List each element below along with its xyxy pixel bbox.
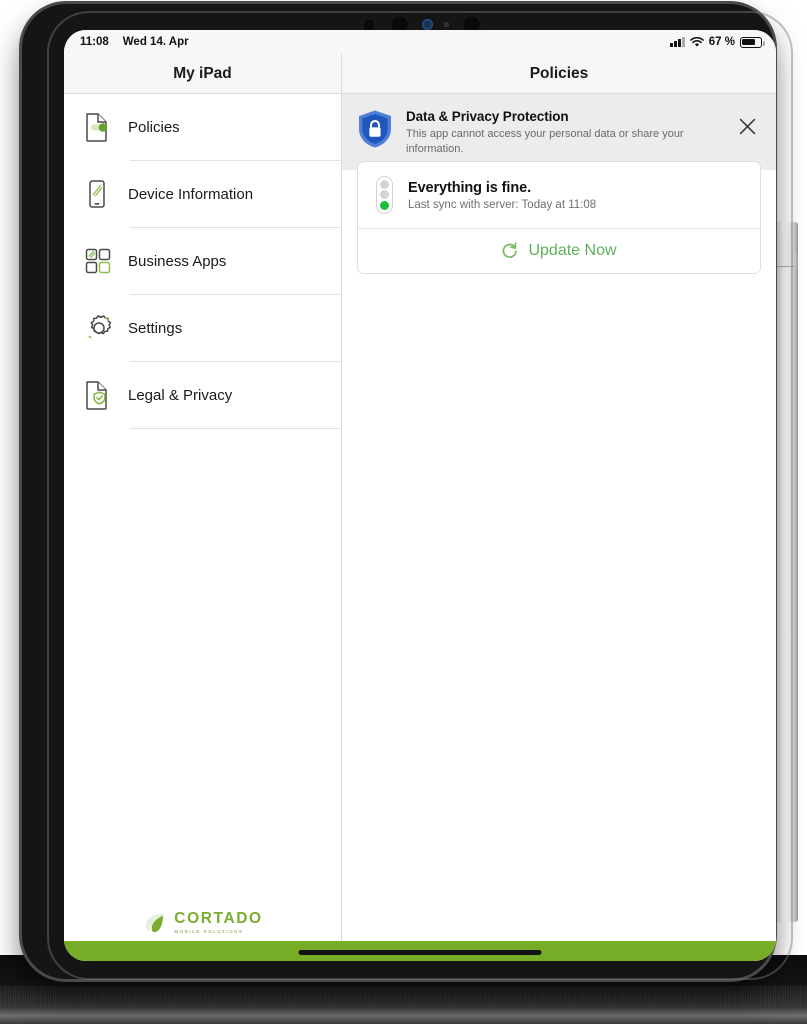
close-icon[interactable] xyxy=(732,111,762,141)
wifi-icon xyxy=(689,36,704,48)
sidebar-item-label: Settings xyxy=(128,319,183,337)
cortado-logo: CORTADO MOBILE SOLUTIONS xyxy=(64,911,342,935)
battery-percent: 67 % xyxy=(708,36,735,48)
privacy-banner-title: Data & Privacy Protection xyxy=(406,109,569,124)
split-view: My iPad Policies Device Information Busi… xyxy=(64,54,776,961)
cortado-wordmark: CORTADO MOBILE SOLUTIONS xyxy=(174,911,262,934)
sync-status-subtitle: Last sync with server: Today at 11:08 xyxy=(408,198,597,211)
microphone-icon xyxy=(444,22,449,27)
status-time: 11:08 xyxy=(80,36,109,48)
privacy-banner: Data & Privacy Protection This app canno… xyxy=(342,94,776,171)
sidebar-item-label: Policies xyxy=(128,118,180,136)
sidebar-title: My iPad xyxy=(64,54,341,93)
ipad-screen: 11:08 Wed 14. Apr 67 % My iPad Policies … xyxy=(64,30,776,961)
traffic-light-icon xyxy=(376,176,393,214)
sidebar-nav-list: Policies Device Information Business App… xyxy=(64,94,341,429)
document-policy-icon xyxy=(84,112,128,142)
app-grid-icon xyxy=(84,247,128,275)
status-bar-left: 11:08 Wed 14. Apr xyxy=(80,36,189,48)
page-title: Policies xyxy=(342,54,776,93)
ipad-body: 11:08 Wed 14. Apr 67 % My iPad Policies … xyxy=(22,4,776,979)
battery-icon xyxy=(740,36,765,48)
cortado-tagline: MOBILE SOLUTIONS xyxy=(174,928,244,934)
document-shield-icon xyxy=(84,380,128,410)
status-date: Wed 14. Apr xyxy=(122,36,189,48)
desk-texture xyxy=(0,986,807,1006)
sidebar-item-label: Device Information xyxy=(128,185,254,203)
cortado-leaf-icon xyxy=(143,911,167,935)
sync-status-text: Everything is fine. Last sync with serve… xyxy=(408,180,596,211)
gear-icon xyxy=(84,313,128,343)
update-now-label: Update Now xyxy=(528,242,617,259)
refresh-icon xyxy=(501,241,519,261)
sidebar-divider xyxy=(130,428,341,429)
sidebar-item-business-apps[interactable]: Business Apps xyxy=(64,228,341,294)
privacy-banner-body: This app cannot access your personal dat… xyxy=(406,128,684,155)
update-now-button[interactable]: Update Now xyxy=(358,229,760,273)
traffic-light-red xyxy=(380,180,389,190)
cortado-name: CORTADO xyxy=(174,910,263,928)
sync-status-card: Everything is fine. Last sync with serve… xyxy=(357,161,761,274)
sidebar-item-device-information[interactable]: Device Information xyxy=(64,161,341,227)
sync-status-title: Everything is fine. xyxy=(408,179,531,196)
device-info-icon xyxy=(84,179,128,209)
sidebar-item-label: Business Apps xyxy=(128,252,227,270)
privacy-banner-text: Data & Privacy Protection This app canno… xyxy=(406,108,720,156)
sidebar: My iPad Policies Device Information Busi… xyxy=(64,54,342,961)
shield-lock-icon xyxy=(356,108,394,152)
screenshot-scene: 11:08 Wed 14. Apr 67 % My iPad Policies … xyxy=(0,0,807,1024)
status-bar-right: 67 % xyxy=(670,36,765,48)
home-indicator[interactable] xyxy=(298,950,542,955)
sync-status-summary: Everything is fine. Last sync with serve… xyxy=(358,162,760,228)
sidebar-item-settings[interactable]: Settings xyxy=(64,295,341,361)
sidebar-item-legal-privacy[interactable]: Legal & Privacy xyxy=(64,362,341,428)
traffic-light-yellow xyxy=(380,190,389,200)
traffic-light-green xyxy=(380,200,389,210)
detail-pane: Policies Data & Privacy Protection This … xyxy=(342,54,776,961)
signal-bars-icon xyxy=(670,37,685,47)
sidebar-item-policies[interactable]: Policies xyxy=(64,94,341,160)
sidebar-item-label: Legal & Privacy xyxy=(128,386,233,404)
status-bar: 11:08 Wed 14. Apr 67 % xyxy=(64,30,776,54)
sensor-icon xyxy=(422,19,433,30)
